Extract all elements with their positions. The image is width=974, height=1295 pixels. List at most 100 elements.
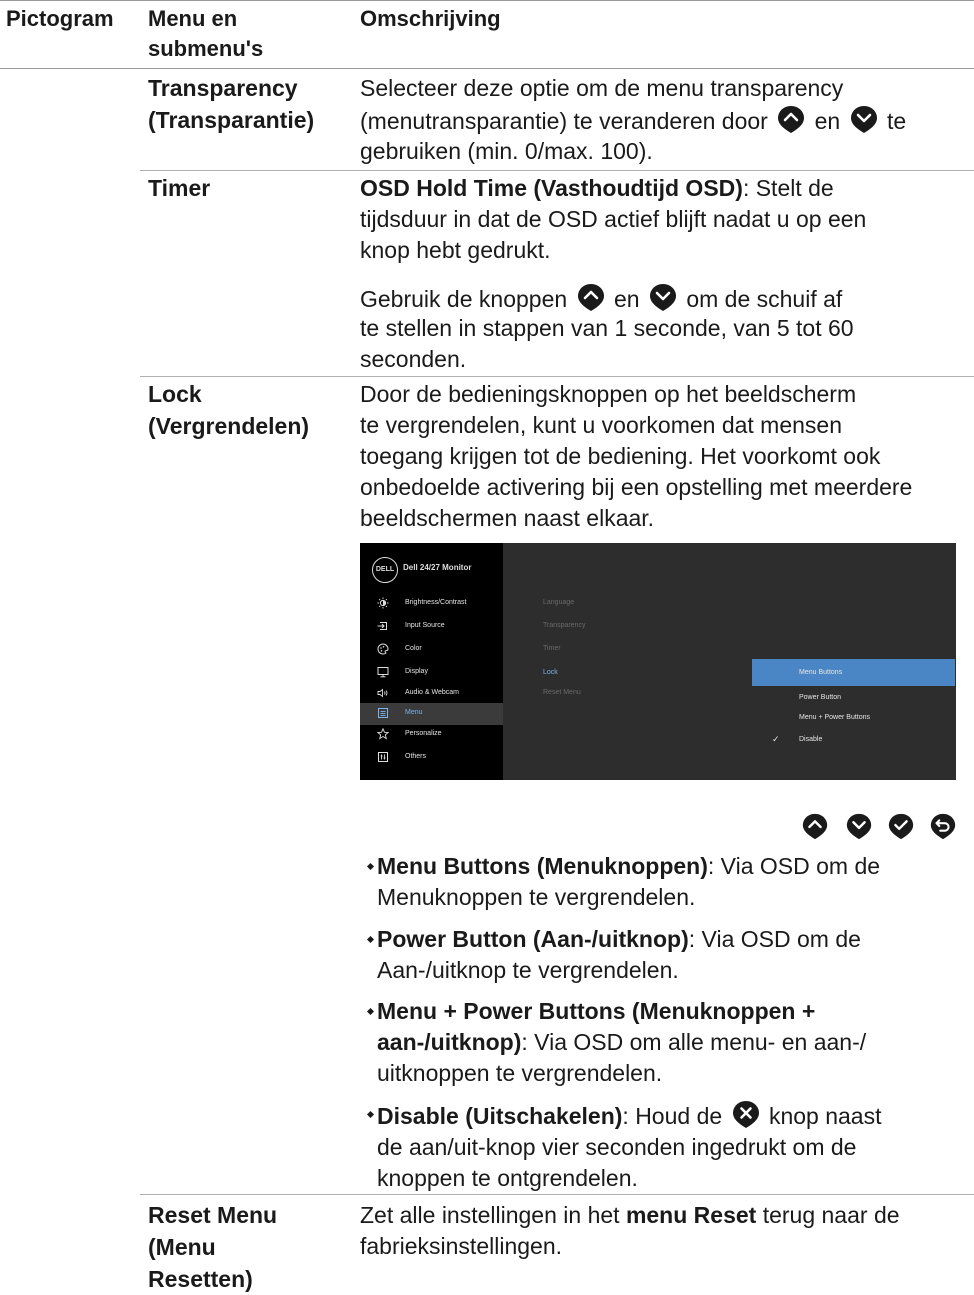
bullet-line: de aan/uit-knop vier seconden ingedrukt … [377,1134,857,1160]
osd-item-brightness[interactable]: Brightness/Contrast [360,593,503,615]
audio-icon [377,688,388,698]
bullet-line: uitknoppen te vergrendelen. [377,1060,663,1086]
timer-p2-line2: te stellen in stappen van 1 seconde, van… [360,315,854,341]
row-rule [140,170,974,171]
timer-p2-a: Gebruik de knoppen [360,286,568,312]
osd-screenshot: DELL Dell 24/27 Monitor Brightness/Contr… [360,543,956,780]
up-button-icon[interactable] [801,812,829,840]
osd-item-label: Personalize [405,730,442,737]
osd-item-label: Color [405,645,422,652]
lock-name-line1: Lock [148,381,202,407]
transparency-desc-2c: te [887,108,907,134]
bullet-disable: Disable (Uitschakelen): Houd de knop naa… [366,1099,963,1194]
osd-item-audio[interactable]: Audio & Webcam [360,683,503,705]
color-icon [377,643,389,655]
transparency-name-line2: (Transparantie) [148,107,315,133]
ok-button-icon[interactable] [887,812,915,840]
transparency-desc-line2: (menutransparantie) te veranderen door e… [360,104,960,137]
bullet-line: Menu Buttons (Menuknoppen): Via OSD om d… [368,851,963,882]
row-rule [140,1194,974,1195]
transparency-desc-line3: gebruiken (min. 0/max. 100). [360,138,653,164]
bullet-rest: knop naast [768,1103,882,1129]
transparency-desc-2a: (menutransparantie) te veranderen door [360,108,768,134]
bullet-line: Power Button (Aan-/uitknop): Via OSD om … [368,924,963,955]
osd-sub-lock[interactable]: Lock [543,669,558,676]
osd-item-color[interactable]: Color [360,639,503,661]
close-button-icon [732,1101,759,1128]
timer-name: Timer [148,175,211,201]
timer-desc-line1: OSD Hold Time (Vasthoudtijd OSD): Stelt … [360,173,960,204]
osd-item-input-source[interactable]: Input Source [360,616,503,638]
lock-desc-line3: toegang krijgen tot de bediening. Het vo… [360,443,881,469]
bullet-line: aan-/uitknop): Via OSD om alle menu- en … [368,1027,963,1058]
header-menu-line2: submenu's [148,36,264,61]
osd-model-title: Dell 24/27 Monitor [403,563,472,572]
header-omschrijving: Omschrijving [360,6,501,31]
reset-desc-a: Zet alle instellingen in het [360,1202,626,1228]
dell-logo: DELL [372,557,398,583]
bullet-bold: Menu + Power Buttons (Menuknoppen + [377,998,816,1024]
transparency-desc-2b: en [814,108,841,134]
header-menu-line1: Menu en [148,6,238,31]
bullet-rest: : Via OSD om de [688,926,861,952]
lock-desc-line1: Door de bedieningsknoppen op het beeldsc… [360,381,857,407]
timer-p2-c: om de schuif af [686,286,843,312]
timer-desc-bold: OSD Hold Time (Vasthoudtijd OSD) [360,175,743,201]
osd-sub-language[interactable]: Language [543,599,574,606]
osd-option-label: Menu Buttons [799,669,843,676]
menu-icon [378,708,388,718]
osd-option-disable[interactable]: ✓ Disable [752,726,955,753]
others-icon [378,752,388,762]
osd-item-label: Input Source [405,622,445,629]
bullet-bold: Menu Buttons (Menuknoppen) [377,853,708,879]
reset-desc-line2: fabrieksinstellingen. [360,1233,563,1259]
header-pictogram: Pictogram [6,6,114,31]
header-rule [0,68,974,69]
up-button-icon [778,106,805,133]
down-button-icon [649,284,676,311]
bullet-line: Aan-/uitknop te vergrendelen. [377,957,679,983]
osd-option-label: Menu + Power Buttons [799,714,871,721]
bullet-power-button: Power Button (Aan-/uitknop): Via OSD om … [366,924,963,986]
osd-item-label: Display [405,668,428,675]
reset-name-line2: (Menu [148,1234,216,1260]
osd-sub-timer[interactable]: Timer [543,645,561,652]
osd-sub-reset-menu[interactable]: Reset Menu [543,689,581,696]
reset-desc-line1: Zet alle instellingen in het menu Reset … [360,1200,960,1231]
osd-option-menu-buttons[interactable]: Menu Buttons [752,659,955,686]
bullet-bold: Power Button (Aan-/uitknop) [377,926,689,952]
bullet-rest: : Via OSD om alle menu- en aan-/ [521,1029,867,1055]
down-button-icon [850,106,877,133]
lock-desc-line4: onbedoelde activering bij een opstelling… [360,474,913,500]
bullet-menu-buttons: Menu Buttons (Menuknoppen): Via OSD om d… [366,851,963,913]
osd-sub-transparency[interactable]: Transparency [543,622,586,629]
osd-item-personalize[interactable]: Personalize [360,724,503,746]
row-rule [140,376,974,377]
osd-item-menu[interactable]: Menu [360,703,503,725]
timer-p2-line1: Gebruik de knoppen en om de schuif af [360,282,960,315]
osd-item-others[interactable]: Others [360,747,503,769]
lock-desc-line2: te vergrendelen, kunt u voorkomen dat me… [360,412,843,438]
osd-item-label: Audio & Webcam [405,689,459,696]
osd-item-display[interactable]: Display [360,662,503,684]
bullet-bold: Disable (Uitschakelen) [377,1103,623,1129]
reset-desc-b: terug naar de [756,1202,900,1228]
bullet-line: Menu + Power Buttons (Menuknoppen + [368,996,963,1027]
check-icon: ✓ [772,734,780,744]
osd-sidebar: DELL Dell 24/27 Monitor Brightness/Contr… [360,543,503,780]
reset-desc-bold: menu Reset [625,1202,757,1228]
osd-option-label: Power Button [799,694,842,701]
lock-desc-line5: beeldschermen naast elkaar. [360,505,655,531]
bullet-menu-power-buttons: Menu + Power Buttons (Menuknoppen + aan-… [366,996,963,1089]
timer-p2-b: en [613,286,640,312]
bullet-line: Menuknoppen te vergrendelen. [377,884,696,910]
input-source-icon [377,622,387,630]
timer-desc-line3: knop hebt gedrukt. [360,237,551,263]
back-button-icon[interactable] [929,812,957,840]
timer-desc-line2: tijdsduur in dat de OSD actief blijft na… [360,206,867,232]
down-button-icon[interactable] [845,812,873,840]
top-rule [0,0,974,1]
up-button-icon [577,284,604,311]
bullet-line: knoppen te ontgrendelen. [377,1165,638,1191]
star-icon [377,728,389,740]
